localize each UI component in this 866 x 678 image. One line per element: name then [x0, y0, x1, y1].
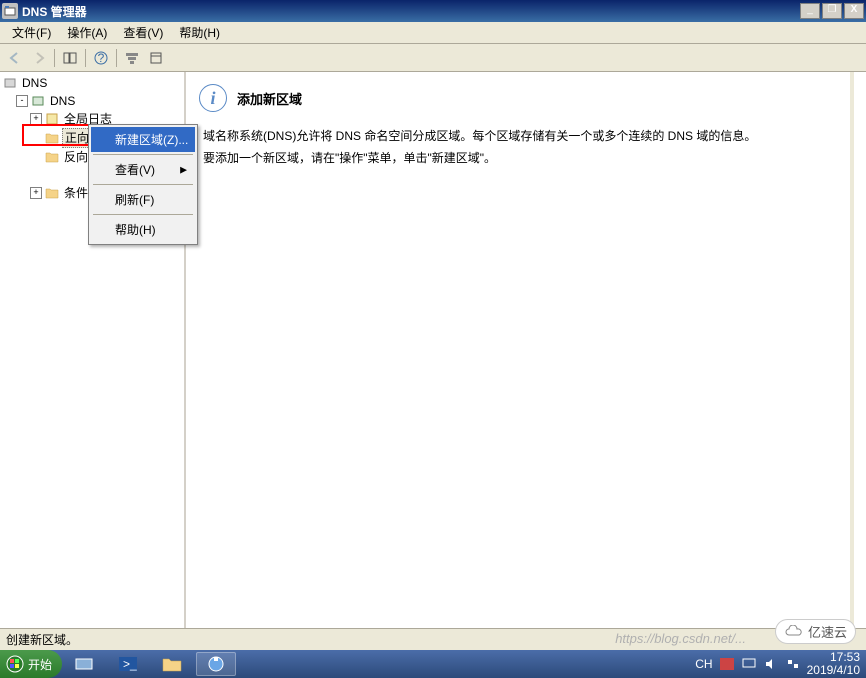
tree-server-label: DNS [48, 92, 77, 110]
filter-button[interactable] [121, 47, 143, 69]
back-button [4, 47, 26, 69]
tray-volume-icon[interactable] [763, 656, 779, 672]
menu-file[interactable]: 文件(F) [4, 22, 59, 43]
content-paragraph-1: 域名称系统(DNS)允许将 DNS 命名空间分成区域。每个区域存储有关一个或多个… [203, 126, 850, 148]
server-icon [30, 94, 46, 108]
toolbar-separator [85, 49, 86, 67]
taskbar-item-server-manager[interactable] [64, 652, 104, 676]
ctx-view-label: 查看(V) [115, 163, 155, 177]
app-icon [2, 3, 18, 19]
minimize-button[interactable]: _ [800, 3, 820, 19]
windows-logo-icon [6, 655, 24, 673]
ctx-separator [93, 184, 193, 185]
start-label: 开始 [28, 656, 52, 673]
menu-view[interactable]: 查看(V) [115, 22, 171, 43]
options-button[interactable] [145, 47, 167, 69]
tree-root-dns[interactable]: DNS [2, 74, 182, 92]
window-title: DNS 管理器 [22, 3, 800, 20]
tray-clock[interactable]: 17:53 2019/4/10 [807, 651, 860, 677]
help-button[interactable]: ? [90, 47, 112, 69]
menu-help[interactable]: 帮助(H) [171, 22, 228, 43]
ctx-separator [93, 154, 193, 155]
start-button[interactable]: 开始 [0, 650, 62, 678]
toolbar: ? [0, 44, 866, 72]
tree-collapse-icon[interactable]: - [16, 95, 28, 107]
tray-flag-icon[interactable] [719, 656, 735, 672]
ctx-refresh[interactable]: 刷新(F) [91, 187, 195, 212]
close-button[interactable]: X [844, 3, 864, 19]
content-paragraph-2: 要添加一个新区域，请在"操作"菜单，单击"新建区域"。 [203, 148, 850, 170]
ctx-view[interactable]: 查看(V) ▶ [91, 157, 195, 182]
content-pane: i 添加新区域 域名称系统(DNS)允许将 DNS 命名空间分成区域。每个区域存… [186, 72, 866, 628]
ctx-help[interactable]: 帮助(H) [91, 217, 195, 242]
log-icon [44, 112, 60, 126]
svg-text:?: ? [98, 51, 105, 65]
context-menu: 新建区域(Z)... 查看(V) ▶ 刷新(F) 帮助(H) [88, 124, 198, 245]
toolbar-separator [54, 49, 55, 67]
dns-root-icon [2, 76, 18, 90]
content-heading: 添加新区域 [237, 89, 302, 108]
tree-root-label: DNS [20, 74, 49, 92]
tree-expand-icon[interactable]: + [30, 187, 42, 199]
taskbar-item-powershell[interactable]: >_ [108, 652, 148, 676]
status-text: 创建新区域。 [6, 631, 78, 648]
ctx-separator [93, 214, 193, 215]
ctx-new-zone[interactable]: 新建区域(Z)... [91, 127, 195, 152]
taskbar-item-explorer[interactable] [152, 652, 192, 676]
scrollbar-track[interactable] [850, 72, 854, 628]
svg-text:>_: >_ [123, 657, 137, 671]
statusbar: 创建新区域。 [0, 628, 866, 650]
menu-action[interactable]: 操作(A) [59, 22, 115, 43]
forward-button [28, 47, 50, 69]
show-hide-tree-button[interactable] [59, 47, 81, 69]
info-icon: i [199, 84, 227, 112]
menubar: 文件(F) 操作(A) 查看(V) 帮助(H) [0, 22, 866, 44]
toolbar-separator [116, 49, 117, 67]
tray-action-center-icon[interactable] [741, 656, 757, 672]
system-tray: CH 17:53 2019/4/10 [689, 651, 866, 677]
content-body: 域名称系统(DNS)允许将 DNS 命名空间分成区域。每个区域存储有关一个或多个… [199, 120, 854, 175]
tray-network-icon[interactable] [785, 656, 801, 672]
taskbar: 开始 >_ CH 17:53 2019/4/10 [0, 650, 866, 678]
tree-expand-icon[interactable]: + [30, 113, 42, 125]
folder-icon [44, 186, 60, 200]
tray-date: 2019/4/10 [807, 664, 860, 677]
submenu-arrow-icon: ▶ [180, 164, 187, 175]
maximize-button[interactable]: ❐ [822, 3, 842, 19]
tree-server-dns[interactable]: - DNS [16, 92, 182, 110]
lang-indicator[interactable]: CH [695, 657, 712, 671]
tree-reverse-label: 反向 [62, 148, 90, 166]
taskbar-item-dns-manager[interactable] [196, 652, 236, 676]
folder-icon [44, 131, 60, 145]
titlebar: DNS 管理器 _ ❐ X [0, 0, 866, 22]
folder-icon [44, 150, 60, 164]
